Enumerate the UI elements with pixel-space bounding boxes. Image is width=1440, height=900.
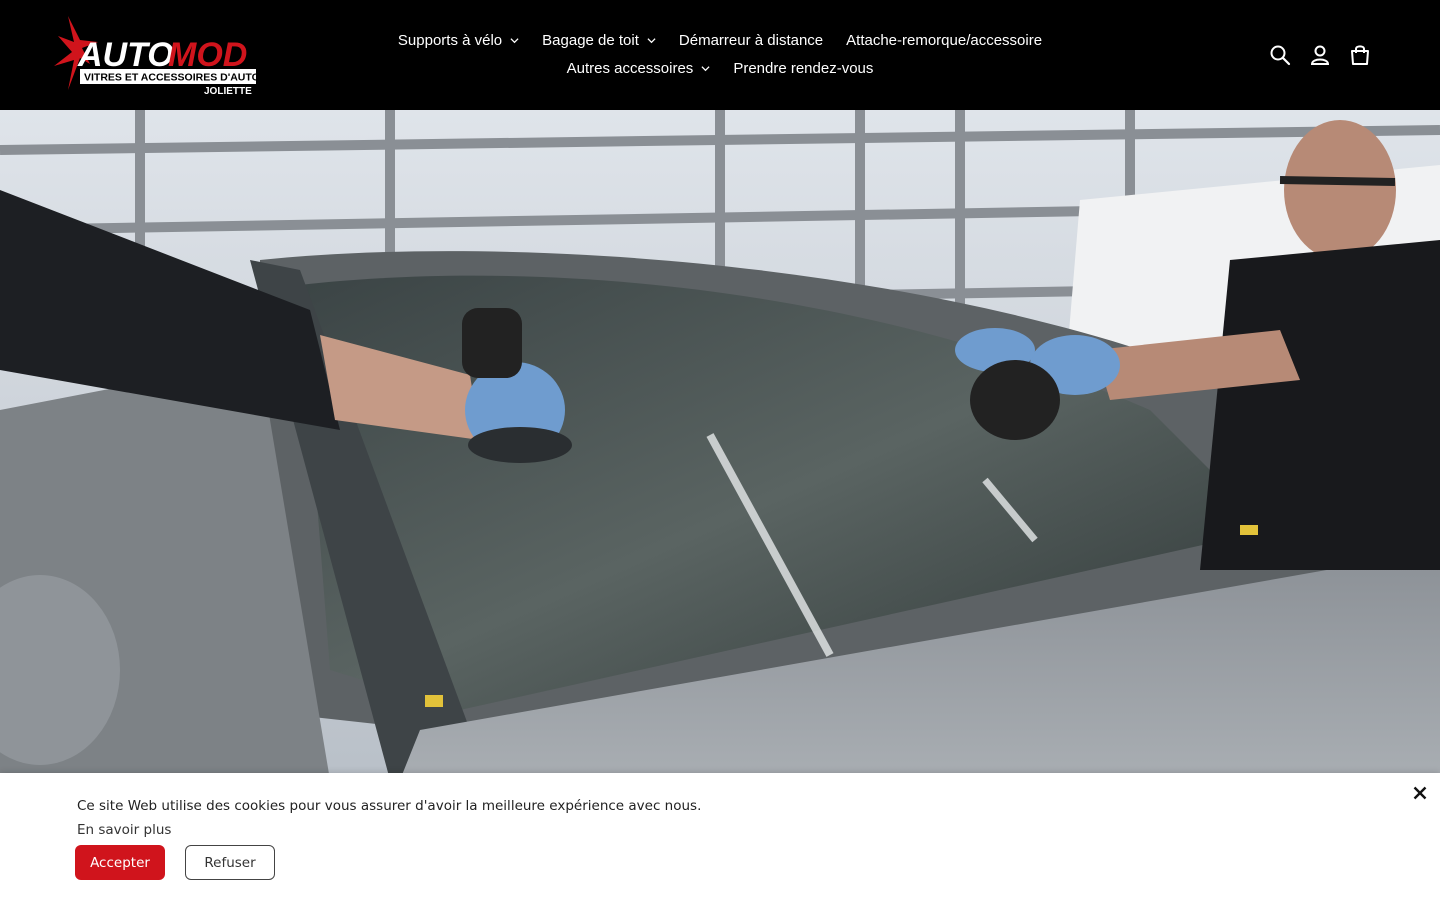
nav-label: Supports à vélo	[397, 31, 503, 49]
chevron-down-icon	[510, 37, 519, 43]
search-icon	[1270, 45, 1291, 66]
cart-icon	[1351, 45, 1369, 65]
cookie-refuse-button[interactable]: Refuser	[185, 845, 275, 880]
header-actions	[1260, 38, 1380, 72]
cookie-banner: Ce site Web utilise des cookies pour vou…	[0, 773, 1440, 900]
automod-logo[interactable]: AUTO MOD VITRES ET ACCESSOIRES D'AUTO JO…	[54, 14, 264, 98]
nav-row-2: Autres accessoires Prendre rendez-vous	[555, 54, 885, 82]
nav-item-autres-accessoires[interactable]: Autres accessoires	[567, 60, 711, 77]
chevron-down-icon	[647, 37, 656, 43]
close-icon	[1413, 786, 1427, 800]
nav-item-attache-remorque[interactable]: Attache-remorque/accessoire	[846, 32, 1042, 49]
account-button[interactable]	[1300, 38, 1340, 72]
nav-label: Prendre rendez-vous	[733, 59, 874, 77]
account-icon	[1310, 45, 1330, 65]
logo-text-auto: AUTO	[77, 36, 174, 74]
nav-label: Autres accessoires	[566, 59, 694, 77]
chevron-down-icon	[701, 65, 710, 71]
nav-item-supports-velo[interactable]: Supports à vélo	[398, 32, 519, 49]
nav-item-bagage-toit[interactable]: Bagage de toit	[542, 32, 656, 49]
hero-image-windshield-installation	[0, 110, 1440, 780]
main-navigation: Supports à vélo Bagage de toit Démarreur…	[380, 26, 1060, 82]
search-button[interactable]	[1260, 38, 1300, 72]
nav-label: Bagage de toit	[542, 31, 639, 49]
hero-illustration	[0, 110, 1440, 780]
logo-tagline: VITRES ET ACCESSOIRES D'AUTO	[84, 72, 260, 84]
site-header: AUTO MOD VITRES ET ACCESSOIRES D'AUTO JO…	[0, 0, 1440, 110]
logo-city: JOLIETTE	[204, 86, 252, 97]
nav-item-rendez-vous[interactable]: Prendre rendez-vous	[733, 60, 873, 77]
cookie-close-button[interactable]	[1410, 783, 1430, 803]
cookie-accept-button[interactable]: Accepter	[75, 845, 165, 880]
cart-button[interactable]	[1340, 38, 1380, 72]
cookie-learn-more-link[interactable]: En savoir plus	[77, 822, 171, 838]
nav-row-1: Supports à vélo Bagage de toit Démarreur…	[386, 26, 1053, 54]
cookie-message: Ce site Web utilise des cookies pour vou…	[77, 798, 702, 814]
logo-text-mod: MOD	[168, 36, 247, 74]
nav-label: Démarreur à distance	[678, 31, 824, 49]
nav-label: Attache-remorque/accessoire	[846, 31, 1043, 49]
nav-item-demarreur[interactable]: Démarreur à distance	[679, 32, 823, 49]
